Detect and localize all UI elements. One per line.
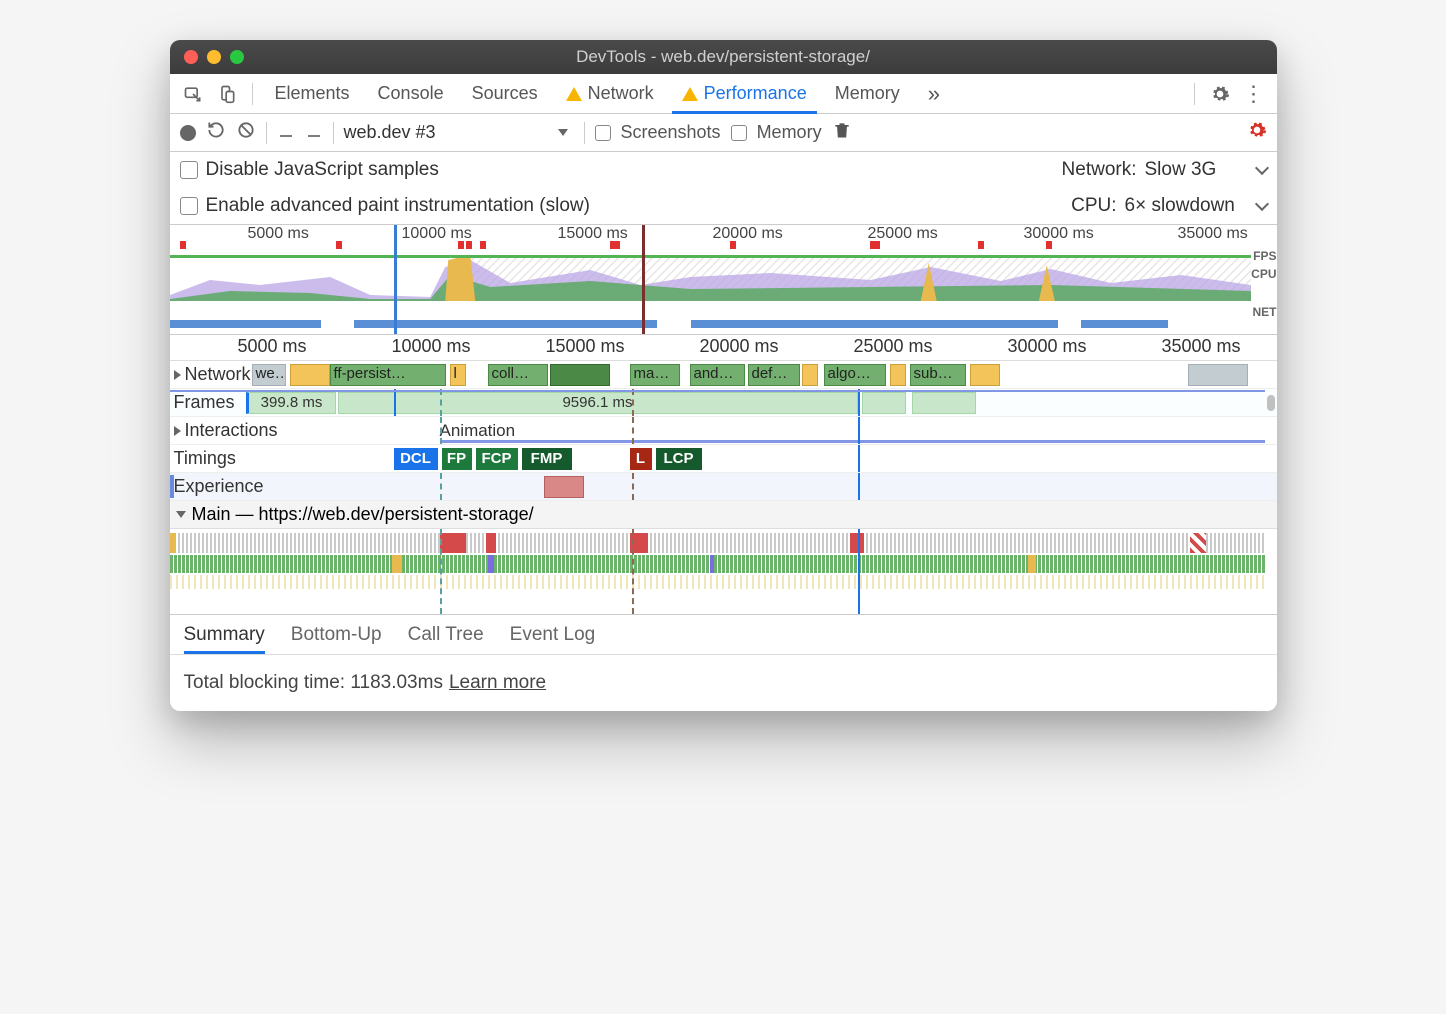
timeline-ruler[interactable]: 5000 ms 10000 ms 15000 ms 20000 ms 25000… — [170, 335, 1277, 361]
perf-toolbar: web.dev #3 Screenshots Memory — [170, 114, 1277, 152]
expand-icon[interactable] — [174, 426, 181, 436]
recording-select[interactable]: web.dev #3 — [344, 122, 574, 143]
scrollbar[interactable] — [1267, 395, 1275, 411]
disable-js-checkbox[interactable] — [180, 161, 198, 179]
overview-cursor-a[interactable] — [394, 225, 397, 334]
long-task-marker — [180, 241, 186, 249]
screenshots-checkbox[interactable] — [595, 125, 611, 141]
record-button[interactable] — [180, 125, 196, 141]
network-throttle-value[interactable]: Slow 3G — [1145, 159, 1245, 181]
long-task-marker — [458, 241, 464, 249]
device-toggle-icon[interactable] — [216, 83, 238, 105]
paint-instrumentation-checkbox[interactable] — [180, 197, 198, 215]
paint-instrumentation-label: Enable advanced paint instrumentation (s… — [206, 195, 590, 217]
long-task-marker — [466, 241, 472, 249]
close-icon[interactable] — [184, 50, 198, 64]
cpu-throttle-label: CPU: — [1071, 195, 1116, 217]
overview-cursor-b[interactable] — [642, 225, 645, 334]
overview-labels: FPS CPU NET — [1247, 249, 1277, 319]
long-task-marker — [978, 241, 984, 249]
long-task-marker — [870, 241, 880, 249]
long-task-marker — [610, 241, 620, 249]
total-blocking-time: Total blocking time: 1183.03ms — [184, 672, 443, 694]
chevron-down-icon[interactable] — [1254, 161, 1268, 175]
warning-icon — [682, 87, 698, 101]
tab-network[interactable]: Network — [552, 74, 668, 113]
long-task-marker — [480, 241, 486, 249]
capture-settings: Disable JavaScript samples Network: Slow… — [170, 152, 1277, 225]
track-network[interactable]: Network we… ff-persist… l coll… ma… and…… — [170, 361, 1277, 389]
save-profile-icon[interactable] — [305, 121, 323, 144]
tab-overflow[interactable]: » — [914, 74, 954, 113]
maximize-icon[interactable] — [230, 50, 244, 64]
drawer-tab-bar: Summary Bottom-Up Call Tree Event Log — [170, 615, 1277, 655]
tab-event-log[interactable]: Event Log — [510, 615, 596, 654]
cpu-area — [170, 255, 1251, 301]
long-task-marker — [1046, 241, 1052, 249]
selection-line — [858, 389, 860, 416]
long-task-marker — [336, 241, 342, 249]
chevron-down-icon[interactable] — [1254, 197, 1268, 211]
chevron-down-icon — [558, 129, 568, 136]
window-title: DevTools - web.dev/persistent-storage/ — [576, 47, 870, 67]
network-throttle-label: Network: — [1062, 159, 1137, 181]
capture-settings-gear-icon[interactable] — [1247, 120, 1267, 145]
track-main-header[interactable]: Main — https://web.dev/persistent-storag… — [170, 501, 1277, 529]
screenshots-label: Screenshots — [621, 122, 721, 143]
expand-icon[interactable] — [174, 370, 181, 380]
track-interactions[interactable]: Interactions Animation — [170, 417, 1277, 445]
separator — [1194, 83, 1195, 105]
kebab-menu-icon[interactable]: ⋮ — [1243, 83, 1265, 105]
track-timings[interactable]: Timings DCL FP FCP FMP L LCP — [170, 445, 1277, 473]
titlebar: DevTools - web.dev/persistent-storage/ — [170, 40, 1277, 74]
clear-icon[interactable] — [236, 120, 256, 145]
disable-js-label: Disable JavaScript samples — [206, 159, 439, 181]
flame-chart[interactable] — [170, 529, 1277, 615]
gear-icon[interactable] — [1209, 83, 1231, 105]
collapse-icon[interactable] — [176, 511, 186, 518]
minimize-icon[interactable] — [207, 50, 221, 64]
load-profile-icon[interactable] — [277, 121, 295, 144]
tab-memory[interactable]: Memory — [821, 74, 914, 113]
cpu-throttle-value[interactable]: 6× slowdown — [1125, 195, 1245, 217]
tab-summary[interactable]: Summary — [184, 615, 265, 654]
warning-icon — [566, 87, 582, 101]
tab-bottom-up[interactable]: Bottom-Up — [291, 615, 382, 654]
memory-checkbox[interactable] — [731, 125, 747, 141]
window-controls[interactable] — [184, 50, 244, 64]
overview-timeline[interactable]: 5000 ms 10000 ms 15000 ms 20000 ms 25000… — [170, 225, 1277, 335]
main-tab-bar: Elements Console Sources Network Perform… — [170, 74, 1277, 114]
memory-label: Memory — [757, 122, 822, 143]
tab-call-tree[interactable]: Call Tree — [408, 615, 484, 654]
tab-sources[interactable]: Sources — [458, 74, 552, 113]
net-overview — [170, 320, 1251, 328]
devtools-window: DevTools - web.dev/persistent-storage/ E… — [170, 40, 1277, 711]
track-frames[interactable]: Frames 399.8 ms 9596.1 ms — [170, 389, 1277, 417]
summary-footer: Total blocking time: 1183.03ms Learn mor… — [170, 655, 1277, 711]
track-experience[interactable]: Experience — [170, 473, 1277, 501]
tab-elements[interactable]: Elements — [261, 74, 364, 113]
separator — [252, 83, 253, 105]
tab-console[interactable]: Console — [364, 74, 458, 113]
tab-performance[interactable]: Performance — [668, 74, 821, 113]
inspect-icon[interactable] — [182, 83, 204, 105]
experience-marker[interactable] — [544, 476, 584, 498]
trash-icon[interactable] — [832, 120, 852, 145]
learn-more-link[interactable]: Learn more — [449, 672, 546, 694]
long-task-marker — [730, 241, 736, 249]
reload-icon[interactable] — [206, 120, 226, 145]
